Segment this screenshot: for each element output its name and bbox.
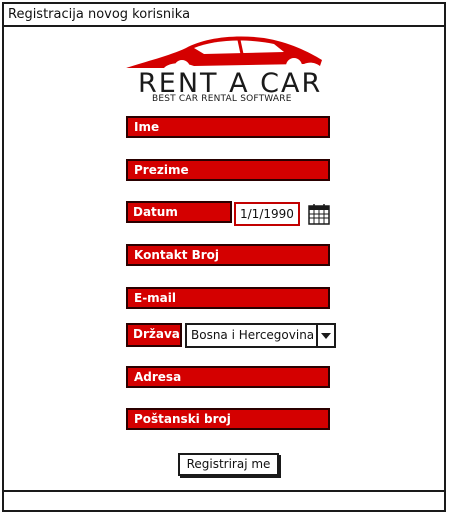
register-button[interactable]: Registriraj me (178, 453, 279, 476)
last-name-field[interactable]: Prezime (126, 159, 330, 181)
logo-subtitle: BEST CAR RENTAL SOFTWARE (152, 94, 292, 104)
calendar-icon[interactable] (308, 203, 330, 225)
registration-window: Registracija novog korisnika RENT A CAR … (2, 2, 446, 512)
country-select-value: Bosna i Hercegovina (191, 328, 315, 342)
country-label: Država (126, 323, 182, 347)
address-field[interactable]: Adresa (126, 366, 330, 388)
country-select[interactable]: Bosna i Hercegovina (185, 323, 336, 348)
email-field[interactable]: E-mail (126, 287, 330, 309)
chevron-down-icon[interactable] (316, 325, 334, 346)
status-bar (4, 490, 444, 510)
window-title: Registracija novog korisnika (4, 4, 444, 27)
dob-input[interactable]: 1/1/1990 (234, 202, 300, 226)
car-logo-icon (126, 36, 322, 72)
first-name-field[interactable]: Ime (126, 116, 330, 138)
postal-code-field[interactable]: Poštanski broj (126, 408, 330, 430)
contact-number-field[interactable]: Kontakt Broj (126, 244, 330, 266)
dob-label: Datum rođenja (126, 201, 232, 237)
logo: RENT A CAR BEST CAR RENTAL SOFTWARE (124, 32, 324, 108)
